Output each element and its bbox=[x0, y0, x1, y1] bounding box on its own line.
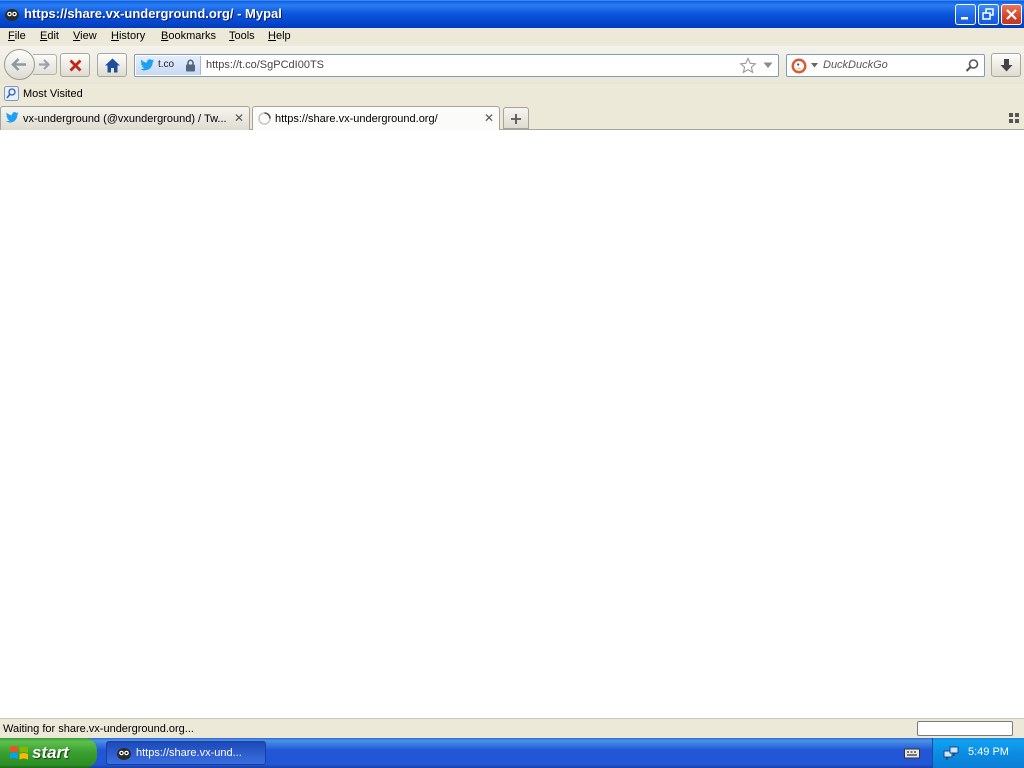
search-icon[interactable] bbox=[965, 58, 980, 73]
twitter-bird-icon bbox=[140, 59, 154, 71]
page-content[interactable] bbox=[0, 130, 1024, 718]
new-tab-button[interactable] bbox=[503, 107, 529, 129]
forward-arrow-icon bbox=[39, 59, 51, 70]
stop-button[interactable] bbox=[60, 53, 90, 77]
clock: 5:49 PM bbox=[968, 746, 1009, 758]
search-input[interactable]: DuckDuckGo bbox=[823, 59, 888, 71]
history-dropdown-icon[interactable] bbox=[763, 62, 773, 69]
keyboard-icon[interactable] bbox=[904, 746, 920, 760]
menu-bookmarks[interactable]: Bookmarks bbox=[161, 30, 216, 42]
taskbar-item-mypal[interactable]: https://share.vx-und... bbox=[106, 741, 266, 765]
loading-icon bbox=[258, 112, 271, 125]
close-window-button[interactable] bbox=[1001, 4, 1022, 25]
stop-icon bbox=[69, 59, 82, 72]
site-identity-button[interactable]: t.co bbox=[136, 56, 201, 75]
menu-history[interactable]: History bbox=[111, 30, 145, 42]
navigation-toolbar: t.co https://t.co/SgPCdI00TS DuckDuckGo bbox=[0, 46, 1024, 84]
tab-label: vx-underground (@vxunderground) / Tw... bbox=[23, 113, 227, 125]
back-arrow-icon bbox=[11, 58, 26, 71]
downloads-button[interactable] bbox=[991, 53, 1021, 77]
taskbar: start https://share.vx-und... 5:49 PM bbox=[0, 738, 1024, 768]
system-tray: 5:49 PM bbox=[932, 738, 1024, 768]
menu-bar: File Edit View History Bookmarks Tools H… bbox=[0, 28, 1024, 46]
most-visited-icon bbox=[4, 86, 19, 101]
menu-view[interactable]: View bbox=[73, 30, 97, 42]
network-tray-icon[interactable] bbox=[943, 745, 959, 761]
list-all-tabs-icon[interactable] bbox=[1009, 113, 1019, 123]
restore-button[interactable] bbox=[978, 4, 999, 25]
start-button[interactable]: start bbox=[0, 738, 97, 768]
url-text[interactable]: https://t.co/SgPCdI00TS bbox=[206, 59, 324, 71]
bookmarks-toolbar: Most Visited bbox=[0, 84, 1024, 104]
plus-icon bbox=[511, 114, 521, 124]
tab-share-vx-underground[interactable]: https://share.vx-underground.org/ ✕ bbox=[252, 106, 500, 131]
lock-icon bbox=[186, 59, 195, 72]
menu-edit[interactable]: Edit bbox=[40, 30, 59, 42]
tab-close-icon[interactable]: ✕ bbox=[484, 112, 494, 124]
minimize-button[interactable] bbox=[955, 4, 976, 25]
forward-button[interactable] bbox=[33, 54, 57, 75]
most-visited-link[interactable]: Most Visited bbox=[23, 88, 83, 100]
window-title: https://share.vx-underground.org/ - Mypa… bbox=[24, 6, 282, 21]
twitter-icon bbox=[5, 112, 19, 123]
back-button[interactable] bbox=[4, 49, 35, 80]
menu-tools[interactable]: Tools bbox=[229, 30, 255, 42]
windows-logo-icon bbox=[10, 746, 28, 760]
engine-dropdown-icon[interactable] bbox=[811, 63, 818, 68]
menu-file[interactable]: File bbox=[8, 30, 26, 42]
tab-strip: vx-underground (@vxunderground) / Tw... … bbox=[0, 104, 1024, 131]
menu-help[interactable]: Help bbox=[268, 30, 291, 42]
site-identity-label: t.co bbox=[158, 59, 175, 70]
address-bar[interactable]: t.co https://t.co/SgPCdI00TS bbox=[134, 54, 779, 77]
mypal-app-icon bbox=[117, 748, 131, 760]
loading-progress-bar bbox=[917, 721, 1013, 736]
bookmark-star-icon[interactable] bbox=[739, 57, 757, 75]
download-arrow-icon bbox=[1000, 59, 1013, 72]
start-label: start bbox=[32, 743, 69, 762]
tab-label: https://share.vx-underground.org/ bbox=[275, 113, 438, 125]
status-bar: Waiting for share.vx-underground.org... bbox=[0, 718, 1024, 738]
duckduckgo-icon[interactable] bbox=[791, 58, 807, 74]
title-bar[interactable]: https://share.vx-underground.org/ - Mypa… bbox=[0, 0, 1024, 28]
tab-close-icon[interactable]: ✕ bbox=[234, 112, 244, 124]
search-bar[interactable]: DuckDuckGo bbox=[786, 54, 985, 77]
tab-vx-underground-twitter[interactable]: vx-underground (@vxunderground) / Tw... … bbox=[0, 106, 250, 130]
mypal-app-icon[interactable] bbox=[4, 7, 20, 23]
taskbar-item-label: https://share.vx-und... bbox=[136, 747, 242, 759]
home-button[interactable] bbox=[97, 53, 127, 77]
status-text: Waiting for share.vx-underground.org... bbox=[3, 723, 194, 735]
home-icon bbox=[105, 58, 120, 73]
